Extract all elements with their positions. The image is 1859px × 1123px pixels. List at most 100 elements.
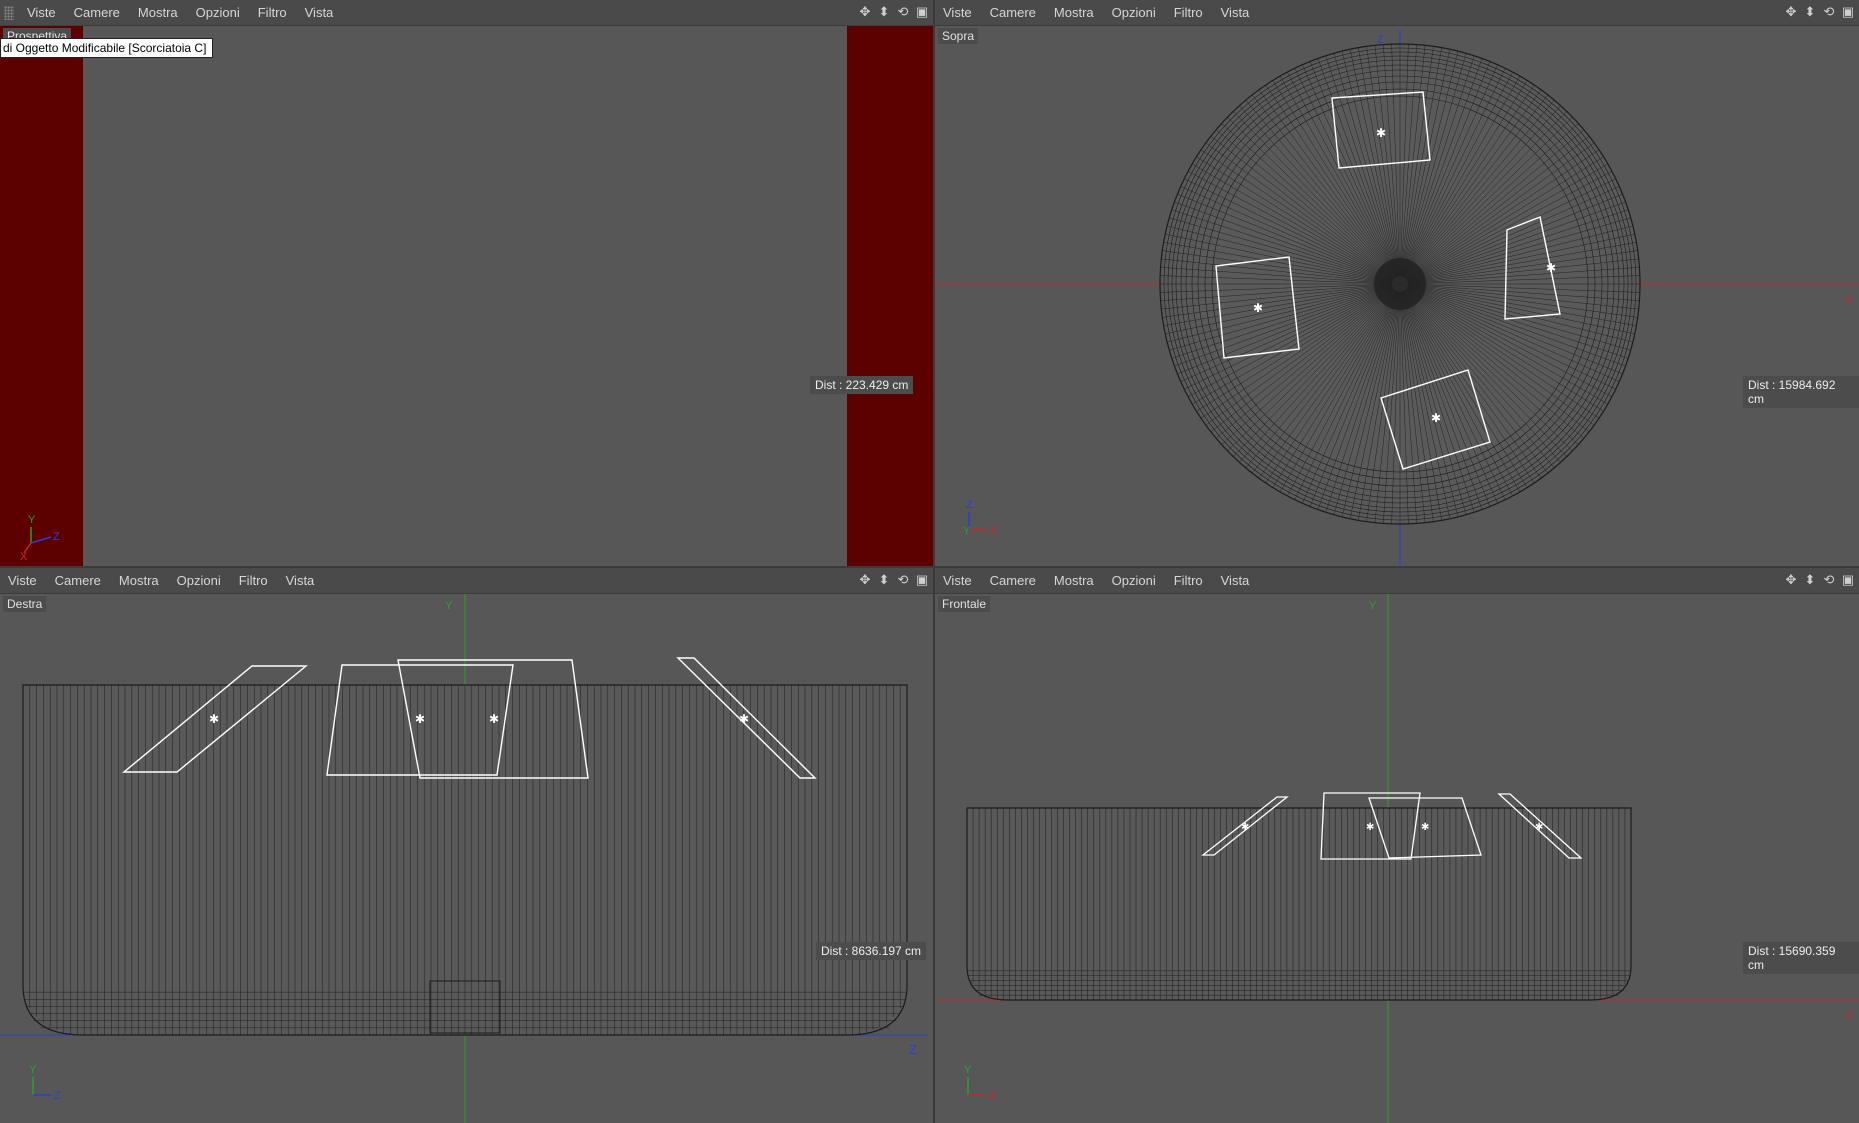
svg-text:✱: ✱ (1241, 822, 1249, 833)
axis-gizmo-icon (32, 1077, 51, 1096)
rotate-icon[interactable]: ⟲ (896, 4, 910, 20)
viewport-perspective[interactable]: Viste Camere Mostra Opzioni Filtro Vista… (0, 0, 933, 566)
svg-text:✱: ✱ (739, 712, 749, 726)
menu-camere[interactable]: Camere (65, 5, 129, 20)
menu-mostra[interactable]: Mostra (129, 5, 187, 20)
axis-z-label: Z (53, 531, 60, 543)
menu-viste[interactable]: Viste (935, 5, 981, 20)
maximize-icon[interactable]: ▣ (915, 4, 929, 20)
world-y-label: Y (445, 600, 453, 612)
front-tub-wireframe (966, 807, 1632, 1001)
zoom-icon[interactable]: ⬍ (1803, 4, 1817, 20)
svg-text:✱: ✱ (1376, 126, 1386, 140)
viewport-tools: ✥ ⬍ ⟲ ▣ (858, 4, 929, 20)
svg-text:✱: ✱ (1366, 822, 1374, 833)
menu-camere[interactable]: Camere (46, 573, 110, 588)
maximize-icon[interactable]: ▣ (1841, 4, 1855, 20)
distance-readout: Dist : 223.429 cm (810, 376, 914, 394)
menu-mostra[interactable]: Mostra (1045, 573, 1103, 588)
zoom-icon[interactable]: ⬍ (877, 572, 891, 588)
menu-viste[interactable]: Viste (18, 5, 65, 20)
world-y-label: Y (1369, 600, 1377, 612)
menu-filtro[interactable]: Filtro (249, 5, 296, 20)
menu-viste[interactable]: Viste (0, 573, 46, 588)
svg-text:✱: ✱ (1253, 301, 1263, 315)
menu-camere[interactable]: Camere (981, 5, 1045, 20)
rotate-icon[interactable]: ⟲ (1822, 4, 1836, 20)
menu-opzioni[interactable]: Opzioni (1103, 573, 1165, 588)
axis-z-label: Z (54, 1090, 61, 1102)
menu-vista[interactable]: Vista (296, 5, 343, 20)
viewport-menubar: Viste Camere Mostra Opzioni Filtro Vista… (935, 0, 1859, 26)
world-x-label: X (1845, 294, 1853, 306)
front-scene: ✱ ✱ ✱ ✱ Y X Y X (935, 594, 1859, 1123)
viewport-tools: ✥ ⬍ ⟲ ▣ (1784, 572, 1855, 588)
distance-readout: Dist : 15984.692 cm (1743, 376, 1859, 408)
menu-filtro[interactable]: Filtro (1165, 5, 1212, 20)
menu-opzioni[interactable]: Opzioni (1103, 5, 1165, 20)
axis-y-label: Y (964, 1064, 972, 1076)
viewport-label: Sopra (938, 28, 979, 44)
top-scene: ✱ ✱ ✱ ✱ Z Y X Z X (935, 30, 1859, 566)
menu-vista[interactable]: Vista (277, 573, 324, 588)
right-scene: ✱ ✱ ✱ ✱ Y Z Y Z (0, 594, 928, 1123)
viewport-right[interactable]: Viste Camere Mostra Opzioni Filtro Vista… (0, 568, 933, 1123)
tooltip: di Oggetto Modificabile [Scorciatoia C] (0, 38, 214, 58)
viewport-top[interactable]: Viste Camere Mostra Opzioni Filtro Vista… (935, 0, 1859, 566)
axis-x-label: X (989, 1090, 997, 1102)
menu-viste[interactable]: Viste (935, 573, 981, 588)
svg-text:✱: ✱ (209, 712, 219, 726)
menu-filtro[interactable]: Filtro (1165, 573, 1212, 588)
viewport-menubar: Viste Camere Mostra Opzioni Filtro Vista… (935, 568, 1859, 594)
svg-text:✱: ✱ (1546, 261, 1556, 275)
menu-filtro[interactable]: Filtro (230, 573, 277, 588)
svg-text:✱: ✱ (1421, 822, 1429, 833)
maximize-icon[interactable]: ▣ (1841, 572, 1855, 588)
distance-readout: Dist : 8636.197 cm (816, 942, 927, 960)
axis-y-label: Y (28, 514, 36, 526)
viewport-tools: ✥ ⬍ ⟲ ▣ (1784, 4, 1855, 20)
world-x-label: X (1845, 1010, 1853, 1022)
viewport-menubar: Viste Camere Mostra Opzioni Filtro Vista… (0, 0, 933, 26)
menu-opzioni[interactable]: Opzioni (168, 573, 230, 588)
rotate-icon[interactable]: ⟲ (1822, 572, 1836, 588)
svg-text:✱: ✱ (1431, 411, 1441, 425)
dark-red-panel-left (0, 26, 83, 566)
rotate-icon[interactable]: ⟲ (896, 572, 910, 588)
axis-x-label: X (20, 551, 28, 563)
world-z-label: Z (1377, 34, 1384, 46)
viewport-front[interactable]: Viste Camere Mostra Opzioni Filtro Vista… (935, 568, 1859, 1123)
perspective-scene: Y Z X (0, 26, 933, 566)
maximize-icon[interactable]: ▣ (915, 572, 929, 588)
menu-vista[interactable]: Vista (1212, 5, 1259, 20)
menu-vista[interactable]: Vista (1212, 573, 1259, 588)
zoom-icon[interactable]: ⬍ (877, 4, 891, 20)
viewport-menubar: Viste Camere Mostra Opzioni Filtro Vista… (0, 568, 933, 594)
menu-mostra[interactable]: Mostra (1045, 5, 1103, 20)
axis-y-label: Y (29, 1064, 37, 1076)
menu-opzioni[interactable]: Opzioni (187, 5, 249, 20)
svg-text:✱: ✱ (415, 712, 425, 726)
viewport-label: Destra (3, 596, 47, 612)
top-disc-wireframe (1159, 43, 1641, 525)
distance-readout: Dist : 15690.359 cm (1743, 942, 1859, 974)
move-icon[interactable]: ✥ (1784, 572, 1798, 588)
viewport-label: Frontale (938, 596, 991, 612)
zoom-icon[interactable]: ⬍ (1803, 572, 1817, 588)
axis-x-label: X (990, 525, 998, 537)
world-z-label: Z (909, 1042, 917, 1057)
viewport-tools: ✥ ⬍ ⟲ ▣ (858, 572, 929, 588)
dark-red-panel-right (847, 26, 933, 566)
move-icon[interactable]: ✥ (858, 572, 872, 588)
svg-text:✱: ✱ (489, 712, 499, 726)
drag-grip-icon[interactable] (4, 5, 14, 20)
axis-gizmo-icon (968, 512, 987, 531)
axis-z-label: Z (966, 499, 973, 511)
menu-camere[interactable]: Camere (981, 573, 1045, 588)
axis-y-label: Y (963, 525, 971, 537)
move-icon[interactable]: ✥ (1784, 4, 1798, 20)
move-icon[interactable]: ✥ (858, 4, 872, 20)
axis-gizmo-icon (967, 1077, 986, 1096)
menu-mostra[interactable]: Mostra (110, 573, 168, 588)
svg-text:✱: ✱ (1535, 822, 1543, 833)
